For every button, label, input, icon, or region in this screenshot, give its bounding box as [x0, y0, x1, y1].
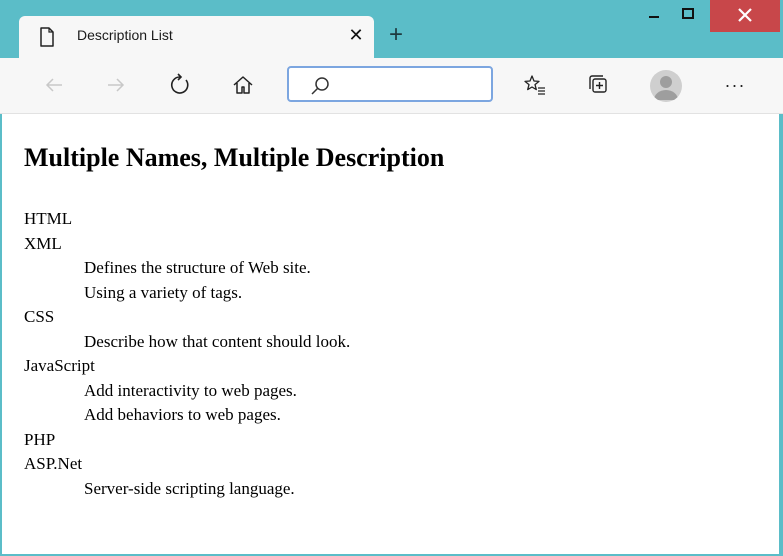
description-detail: Add interactivity to web pages. — [84, 380, 297, 400]
home-icon[interactable] — [229, 71, 257, 99]
description-list: HTML XML Defines the structure of Web site… — [24, 207, 350, 501]
refresh-icon[interactable] — [166, 71, 194, 99]
back-arrow-icon[interactable] — [40, 71, 68, 99]
tab-bar: Description List ✕ + — [0, 0, 783, 58]
description-detail: Using a variety of tags. — [84, 282, 243, 302]
close-icon — [738, 8, 752, 22]
description-detail: Add behaviors to web pages. — [84, 405, 281, 424]
more-icon[interactable]: ··· — [721, 71, 749, 99]
description-term: XML — [24, 233, 62, 253]
description-term: JavaScript — [24, 356, 95, 375]
page-heading: Multiple Names, Multiple Description — [24, 143, 445, 172]
minimize-button[interactable] — [640, 0, 670, 32]
description-term: CSS — [24, 307, 55, 326]
address-input[interactable] — [341, 74, 485, 96]
maximize-icon — [682, 8, 694, 19]
favorites-icon[interactable] — [521, 71, 549, 99]
tab-title: Description List — [77, 27, 173, 43]
description-term: ASP.Net — [24, 454, 83, 473]
window-close-button[interactable] — [710, 0, 780, 32]
description-term: HTML — [24, 209, 73, 228]
document-icon — [40, 27, 54, 47]
page-content: Multiple Names, Multiple Description HTM… — [2, 114, 779, 556]
search-icon — [311, 77, 329, 95]
description-detail: Defines the structure of Web site. — [84, 258, 311, 277]
collections-icon[interactable] — [585, 71, 613, 99]
browser-toolbar: ··· — [0, 58, 783, 114]
tab-description-list[interactable]: Description List ✕ — [19, 16, 374, 58]
address-bar[interactable] — [287, 66, 493, 102]
minimize-icon — [649, 16, 659, 18]
description-detail: Server-side scripting language. — [84, 478, 295, 498]
browser-window: Description List ✕ + ··· Multiple Names,… — [0, 0, 783, 556]
description-detail: Describe how that content should look. — [84, 331, 351, 351]
forward-arrow-icon[interactable] — [102, 71, 130, 99]
description-term: PHP — [24, 429, 56, 449]
new-tab-icon[interactable]: + — [382, 22, 410, 50]
tab-close-icon[interactable]: ✕ — [345, 24, 367, 46]
profile-icon[interactable] — [650, 70, 682, 102]
maximize-button[interactable] — [674, 0, 704, 32]
